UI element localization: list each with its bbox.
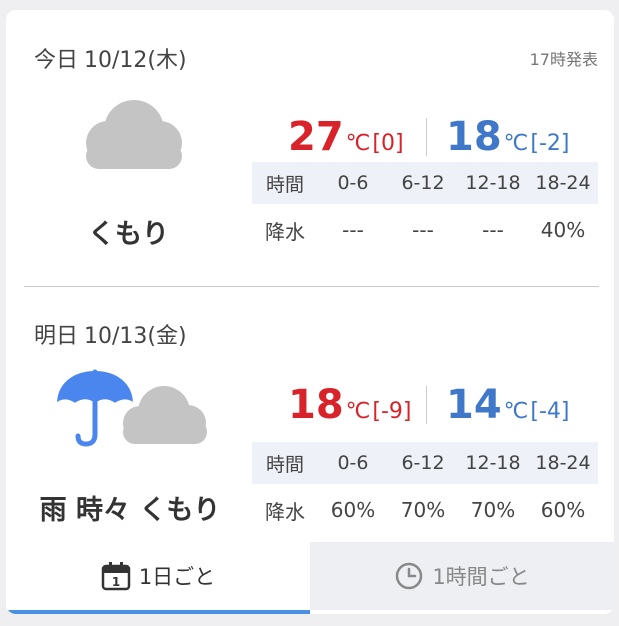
day-tomorrow: 明日 10/13(金) 雨 時々 くもり 18℃[-9] 14℃[-4] 時間 … xyxy=(6,288,614,542)
precip-table: 時間 0-6 6-12 12-18 18-24 降水 60% 70% 70% 6… xyxy=(252,442,598,536)
tab-daily-label: 1日ごと xyxy=(138,565,216,589)
view-tabs: 1 1日ごと 1時間ごと xyxy=(6,542,614,614)
weather-label: 雨 時々 くもり xyxy=(39,495,221,526)
period-label: 0-6 xyxy=(337,452,369,474)
weekday: (金) xyxy=(147,324,187,349)
day-today: 今日 10/12(木) 17時発表 くもり 27℃[0] 18℃[-2] 時間 0… xyxy=(6,10,614,287)
temp-separator xyxy=(426,386,427,424)
precip-value: --- xyxy=(342,218,364,242)
precip-value: 70% xyxy=(470,498,516,522)
issued-time: 17時発表 xyxy=(529,50,598,69)
day-name: 今日 xyxy=(34,48,79,73)
precip-value: 60% xyxy=(540,498,586,522)
calendar-icon-number: 1 xyxy=(112,575,120,589)
date-text: 10/12 xyxy=(84,48,148,73)
period-label: 6-12 xyxy=(401,172,445,194)
cloud-icon xyxy=(123,386,207,444)
tab-daily[interactable]: 1 1日ごと xyxy=(6,542,310,614)
period-label: 18-24 xyxy=(535,172,591,194)
temp-unit: ℃ xyxy=(345,399,371,424)
low-temp: 14℃[-4] xyxy=(446,380,570,430)
high-temp-diff: [0] xyxy=(372,131,404,156)
umbrella-icon xyxy=(54,368,136,447)
precip-label: 降水 xyxy=(265,499,305,524)
day-date: 明日 10/13(金) xyxy=(34,318,187,350)
calendar-icon: 1 xyxy=(101,562,131,591)
umbrella-cloud-icon xyxy=(54,368,207,447)
clock-icon xyxy=(396,562,423,590)
low-temp-value: 18 xyxy=(446,114,502,160)
high-temp-value: 27 xyxy=(288,114,344,160)
tab-hourly-label: 1時間ごと xyxy=(432,565,530,589)
precip-value: --- xyxy=(482,218,504,242)
cloud-icon xyxy=(86,100,182,169)
tab-hourly[interactable]: 1時間ごと xyxy=(310,542,614,610)
precip-value: 70% xyxy=(400,498,446,522)
low-temp: 18℃[-2] xyxy=(446,112,570,162)
weekday: (木) xyxy=(147,48,187,73)
precip-header-row: 時間 0-6 6-12 12-18 18-24 xyxy=(252,162,598,204)
day-date: 今日 10/12(木) xyxy=(34,42,187,74)
temp-unit: ℃ xyxy=(503,399,529,424)
period-label: 12-18 xyxy=(465,452,521,474)
low-temp-diff: [-4] xyxy=(530,399,570,424)
high-temp-diff: [-9] xyxy=(372,399,412,424)
precip-values-row: 降水 60% 70% 70% 60% xyxy=(252,484,598,536)
temp-separator xyxy=(426,118,427,156)
weather-card: 今日 10/12(木) 17時発表 くもり 27℃[0] 18℃[-2] 時間 0… xyxy=(6,10,614,614)
period-label: 0-6 xyxy=(337,172,369,194)
precip-value: 40% xyxy=(540,218,586,242)
precip-header-row: 時間 0-6 6-12 12-18 18-24 xyxy=(252,442,598,484)
date-text: 10/13 xyxy=(84,324,148,349)
low-temp-diff: [-2] xyxy=(530,131,570,156)
time-label: 時間 xyxy=(265,453,304,476)
precip-table: 時間 0-6 6-12 12-18 18-24 降水 --- --- --- 4… xyxy=(252,162,598,256)
high-temp: 18℃[-9] xyxy=(288,380,412,430)
temperatures: 18℃[-9] 14℃[-4] xyxy=(254,380,598,430)
temperatures: 27℃[0] 18℃[-2] xyxy=(254,112,598,162)
high-temp: 27℃[0] xyxy=(288,112,404,162)
low-temp-value: 14 xyxy=(446,382,502,428)
temp-unit: ℃ xyxy=(345,131,371,156)
precip-value: 60% xyxy=(330,498,376,522)
high-temp-value: 18 xyxy=(288,382,344,428)
time-label: 時間 xyxy=(265,173,304,196)
precip-label: 降水 xyxy=(265,219,305,244)
precip-values-row: 降水 --- --- --- 40% xyxy=(252,204,598,256)
day-name: 明日 xyxy=(34,324,79,349)
day-divider xyxy=(24,286,599,287)
period-label: 12-18 xyxy=(465,172,521,194)
temp-unit: ℃ xyxy=(503,131,529,156)
weather-label: くもり xyxy=(88,219,169,250)
period-label: 6-12 xyxy=(401,452,445,474)
period-label: 18-24 xyxy=(535,452,591,474)
precip-value: --- xyxy=(412,218,434,242)
